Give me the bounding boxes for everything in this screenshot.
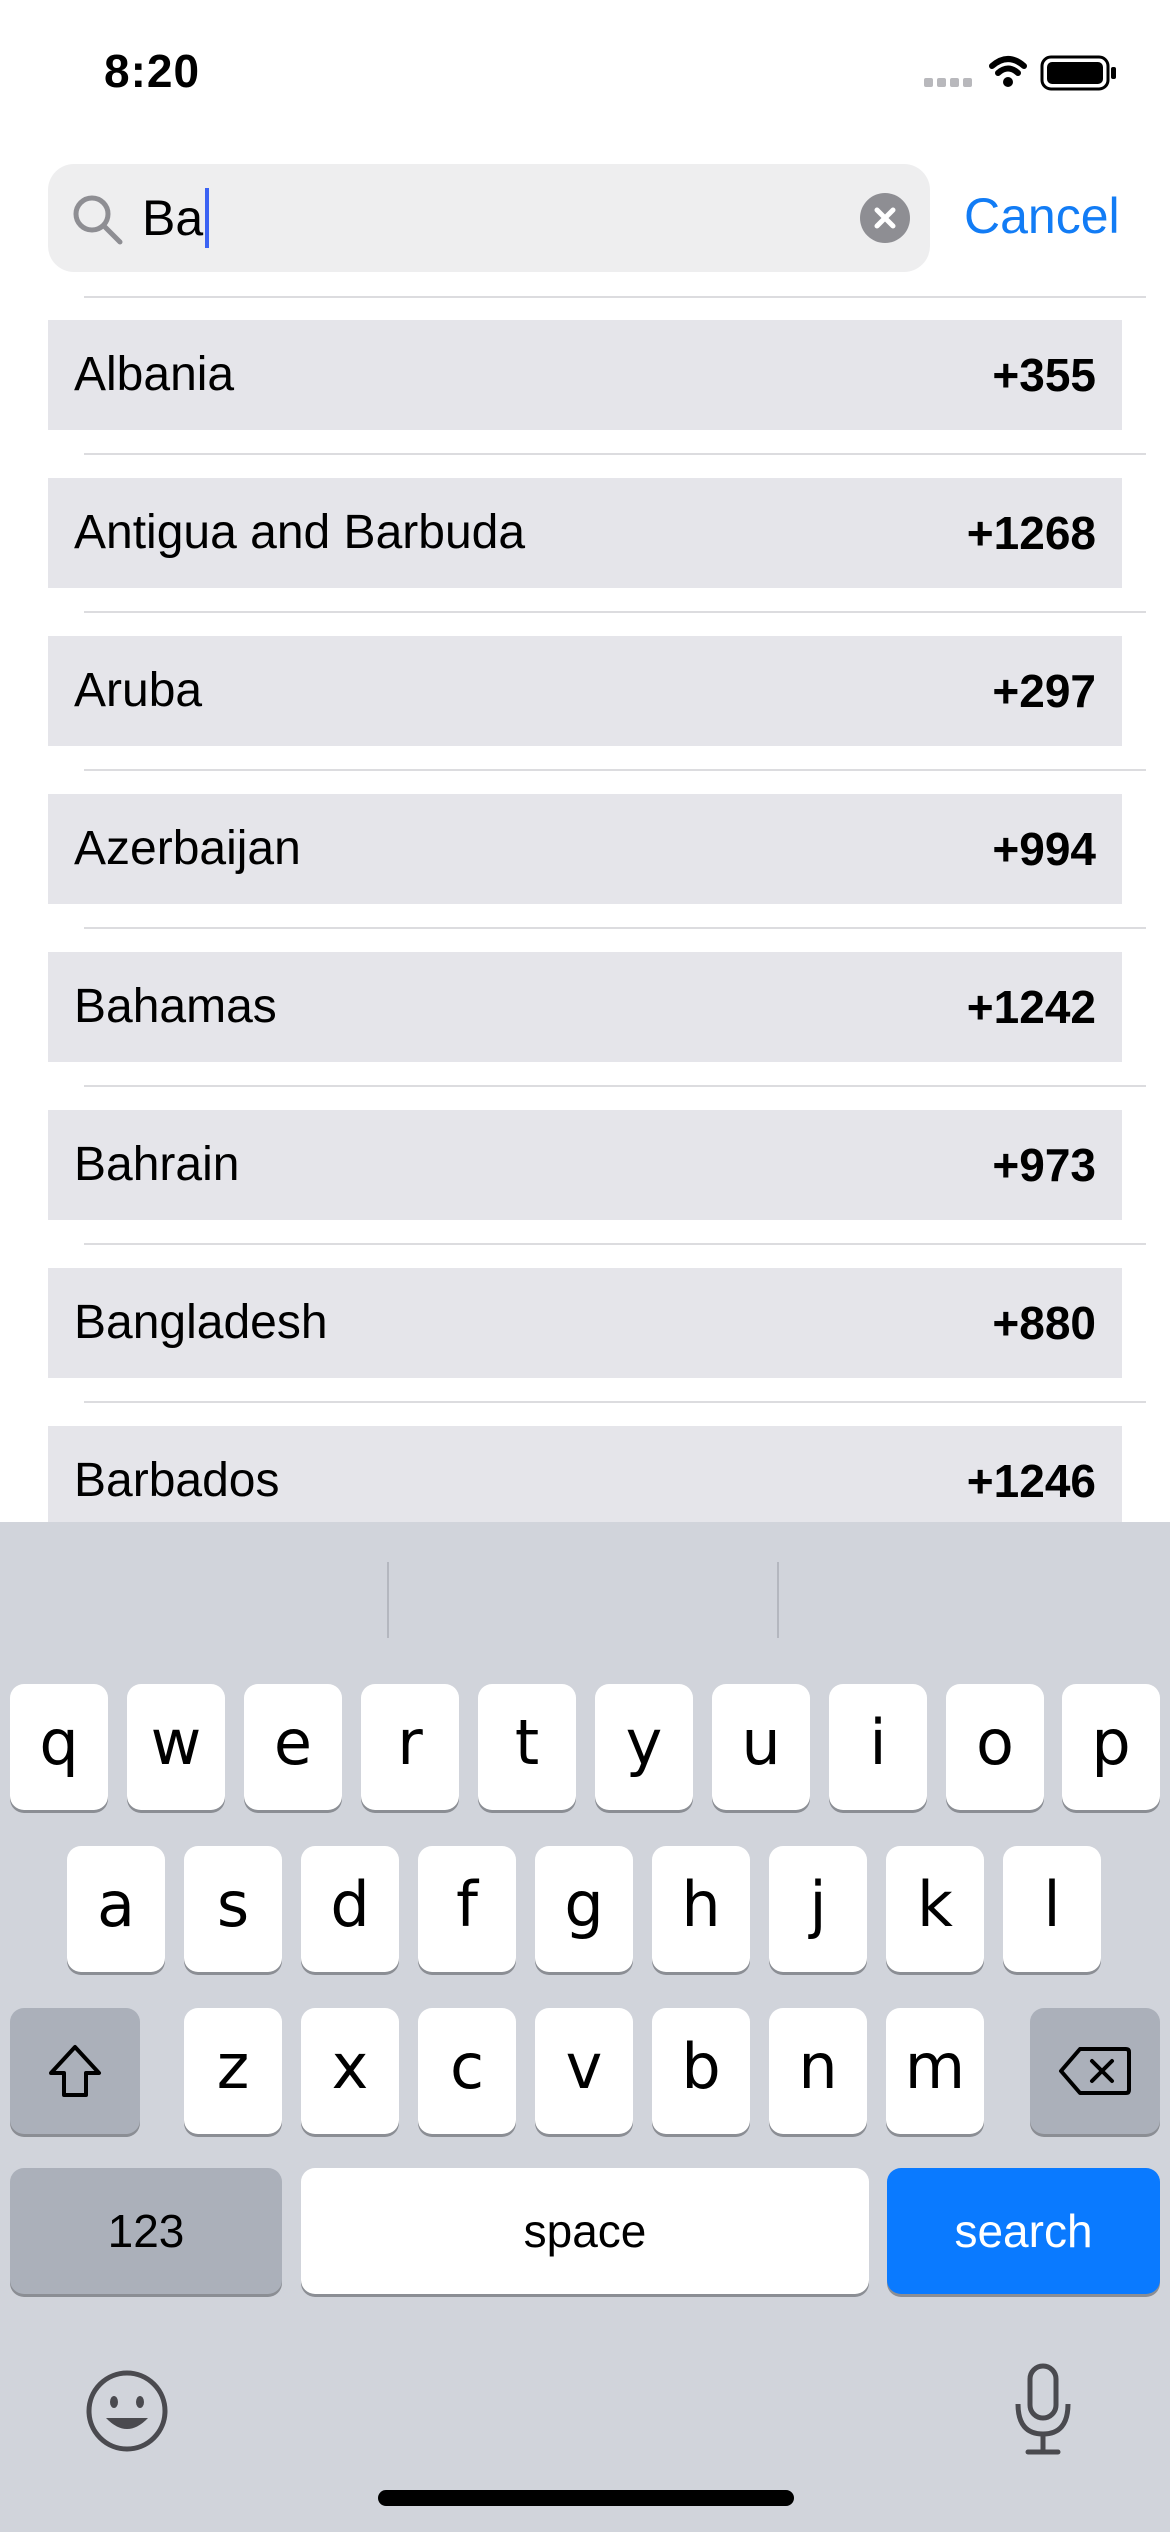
- microphone-icon[interactable]: [1008, 2360, 1078, 2460]
- country-name: Barbados: [74, 1454, 280, 1507]
- key-u[interactable]: u: [712, 1684, 810, 1810]
- key-c[interactable]: c: [418, 2008, 516, 2134]
- cancel-button[interactable]: Cancel: [964, 186, 1120, 246]
- key-j[interactable]: j: [769, 1846, 867, 1972]
- status-time: 8:20: [104, 45, 201, 97]
- shift-key[interactable]: [10, 2008, 140, 2134]
- key-l[interactable]: l: [1003, 1846, 1101, 1972]
- country-row[interactable]: Bahamas +1242: [48, 952, 1122, 1062]
- shift-icon: [49, 2045, 101, 2097]
- home-indicator[interactable]: [378, 2490, 794, 2506]
- key-d[interactable]: d: [301, 1846, 399, 1972]
- delete-key[interactable]: [1030, 2008, 1160, 2134]
- key-f[interactable]: f: [418, 1846, 516, 1972]
- suggestion-divider: [387, 1562, 389, 1638]
- delete-icon: [1059, 2047, 1131, 2095]
- key-b[interactable]: b: [652, 2008, 750, 2134]
- key-m[interactable]: m: [886, 2008, 984, 2134]
- search-field[interactable]: Ba: [48, 164, 930, 272]
- key-t[interactable]: t: [478, 1684, 576, 1810]
- country-name: Bahamas: [74, 980, 277, 1033]
- country-row[interactable]: Aruba +297: [48, 636, 1122, 746]
- search-input[interactable]: Ba: [142, 188, 210, 248]
- country-name: Aruba: [74, 664, 203, 717]
- country-row[interactable]: Bahrain +973: [48, 1110, 1122, 1220]
- key-z[interactable]: z: [184, 2008, 282, 2134]
- key-w[interactable]: w: [127, 1684, 225, 1810]
- country-dial-code: +297: [992, 665, 1096, 717]
- list-separator: [84, 1243, 1146, 1245]
- numbers-key[interactable]: 123: [10, 2168, 282, 2294]
- key-s[interactable]: s: [184, 1846, 282, 1972]
- list-separator: [84, 1085, 1146, 1087]
- battery-icon: [1040, 55, 1116, 91]
- search-query: Ba: [142, 190, 204, 246]
- status-indicators: [924, 55, 1116, 91]
- search-key[interactable]: search: [887, 2168, 1160, 2294]
- key-q[interactable]: q: [10, 1684, 108, 1810]
- country-dial-code: +355: [992, 349, 1096, 401]
- wifi-icon: [989, 56, 1027, 76]
- key-a[interactable]: a: [67, 1846, 165, 1972]
- country-row[interactable]: Antigua and Barbuda +1268: [48, 478, 1122, 588]
- list-separator: [84, 927, 1146, 929]
- list-separator: [84, 611, 1146, 613]
- text-caret: [205, 188, 210, 248]
- key-y[interactable]: y: [595, 1684, 693, 1810]
- status-icons: [920, 52, 1120, 92]
- key-g[interactable]: g: [535, 1846, 633, 1972]
- list-separator: [84, 769, 1146, 771]
- country-name: Azerbaijan: [74, 822, 301, 875]
- key-i[interactable]: i: [829, 1684, 927, 1810]
- key-h[interactable]: h: [652, 1846, 750, 1972]
- key-n[interactable]: n: [769, 2008, 867, 2134]
- key-x[interactable]: x: [301, 2008, 399, 2134]
- key-v[interactable]: v: [535, 2008, 633, 2134]
- list-separator: [84, 296, 1146, 298]
- suggestion-divider: [777, 1562, 779, 1638]
- country-row[interactable]: Bangladesh +880: [48, 1268, 1122, 1378]
- key-r[interactable]: r: [361, 1684, 459, 1810]
- key-e[interactable]: e: [244, 1684, 342, 1810]
- country-dial-code: +1242: [966, 981, 1096, 1033]
- space-key[interactable]: space: [301, 2168, 869, 2294]
- key-k[interactable]: k: [886, 1846, 984, 1972]
- country-dial-code: +973: [992, 1139, 1096, 1191]
- country-name: Antigua and Barbuda: [74, 506, 526, 559]
- country-dial-code: +1268: [966, 507, 1096, 559]
- country-name: Bahrain: [74, 1138, 240, 1191]
- list-separator: [84, 1401, 1146, 1403]
- search-icon: [73, 195, 123, 245]
- country-code-search-screen: 8:20 Ba Cancel Albania +355 Antigua and …: [0, 0, 1170, 2532]
- keyboard: q w e r t y u i o p a s d f g h j k l z …: [0, 1522, 1170, 2532]
- country-dial-code: +880: [992, 1297, 1096, 1349]
- clear-search-button[interactable]: [860, 193, 910, 243]
- country-row[interactable]: Azerbaijan +994: [48, 794, 1122, 904]
- list-separator: [84, 453, 1146, 455]
- cellular-signal-icon: [924, 78, 972, 87]
- country-row[interactable]: Albania +355: [48, 320, 1122, 430]
- country-dial-code: +1246: [966, 1455, 1096, 1507]
- key-o[interactable]: o: [946, 1684, 1044, 1810]
- country-row[interactable]: Barbados +1246: [48, 1426, 1122, 1536]
- emoji-icon[interactable]: [82, 2366, 172, 2456]
- clear-icon: [874, 207, 896, 229]
- key-p[interactable]: p: [1062, 1684, 1160, 1810]
- country-name: Bangladesh: [74, 1296, 328, 1349]
- country-dial-code: +994: [992, 823, 1096, 875]
- country-name: Albania: [74, 348, 235, 401]
